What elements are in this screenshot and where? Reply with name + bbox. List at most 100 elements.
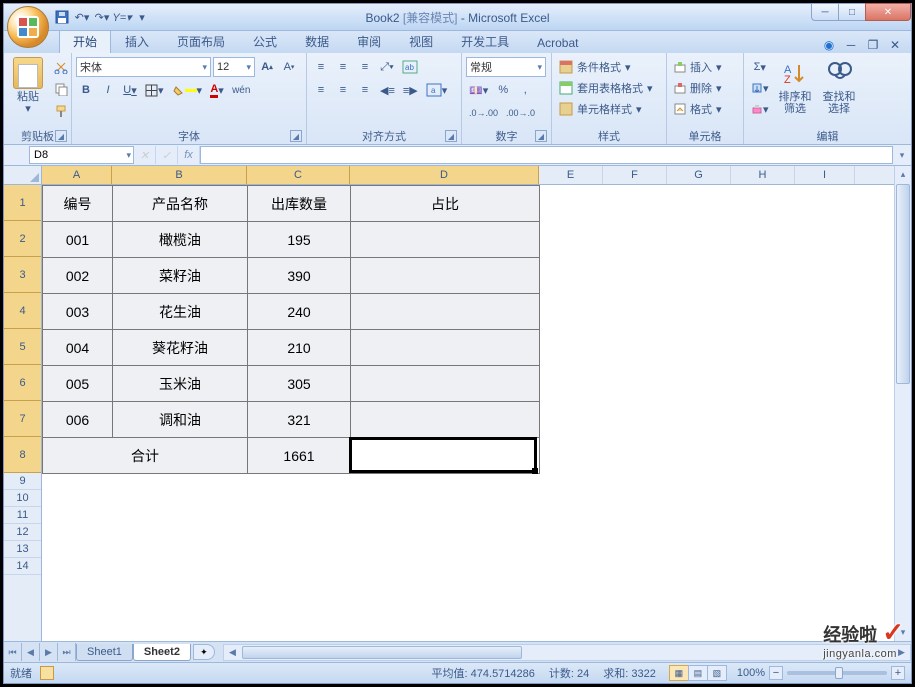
sort-filter-button[interactable]: AZ 排序和 筛选	[775, 55, 816, 117]
row-header-2[interactable]: 2	[4, 221, 41, 257]
delete-cells-button[interactable]: 删除▾	[671, 78, 741, 98]
cancel-formula-icon[interactable]: ✕	[134, 146, 156, 164]
data-cell[interactable]	[351, 222, 540, 258]
sheet-tab-2[interactable]: Sheet2	[133, 644, 191, 661]
tab-acrobat[interactable]: Acrobat	[523, 32, 592, 53]
font-color-button[interactable]: A▾	[207, 80, 227, 100]
tab-formulas[interactable]: 公式	[239, 29, 291, 53]
row-header-3[interactable]: 3	[4, 257, 41, 293]
data-cell[interactable]: 210	[248, 330, 351, 366]
row-header-14[interactable]: 14	[4, 558, 41, 575]
clipboard-dialog-icon[interactable]: ◢	[55, 130, 67, 142]
data-cell[interactable]	[351, 402, 540, 438]
scroll-thumb[interactable]	[896, 184, 910, 384]
column-header-C[interactable]: C	[247, 166, 350, 184]
qat-more-icon[interactable]: ▾	[134, 9, 150, 25]
page-break-view-button[interactable]: ▧	[707, 665, 727, 681]
minimize-button[interactable]: ─	[811, 3, 839, 21]
font-dialog-icon[interactable]: ◢	[290, 130, 302, 142]
scroll-up-icon[interactable]: ▴	[895, 166, 911, 183]
zoom-out-button[interactable]: −	[769, 666, 783, 680]
paste-button[interactable]: 粘贴▾	[8, 55, 48, 117]
data-cell[interactable]: 240	[248, 294, 351, 330]
tab-insert[interactable]: 插入	[111, 29, 163, 53]
decrease-indent-button[interactable]: ◀≡	[377, 80, 398, 100]
scroll-right-icon[interactable]: ▶	[893, 645, 910, 660]
row-header-12[interactable]: 12	[4, 524, 41, 541]
phonetic-button[interactable]: wén	[229, 80, 253, 100]
data-cell[interactable]: 葵花籽油	[113, 330, 248, 366]
tab-data[interactable]: 数据	[291, 29, 343, 53]
formula-input[interactable]	[200, 146, 893, 164]
column-header-D[interactable]: D	[350, 166, 539, 184]
autosum-button[interactable]: Σ▾	[748, 57, 772, 77]
align-middle-button[interactable]: ≡	[333, 57, 353, 77]
data-cell[interactable]: 菜籽油	[113, 258, 248, 294]
align-top-button[interactable]: ≡	[311, 57, 331, 77]
office-button[interactable]	[7, 6, 49, 48]
column-header-F[interactable]: F	[603, 166, 667, 184]
column-header-B[interactable]: B	[112, 166, 247, 184]
align-right-button[interactable]: ≡	[355, 80, 375, 100]
grow-font-button[interactable]: A▴	[257, 57, 277, 77]
y-command[interactable]: Y=▾	[114, 9, 130, 25]
font-name-combo[interactable]: 宋体	[76, 57, 211, 77]
find-select-button[interactable]: 查找和 选择	[819, 55, 860, 117]
data-cell[interactable]	[351, 330, 540, 366]
help-icon[interactable]: ◉	[821, 37, 837, 53]
clear-button[interactable]: ▾	[748, 99, 772, 119]
bold-button[interactable]: B	[76, 80, 96, 100]
hscroll-thumb[interactable]	[242, 646, 522, 659]
fill-button[interactable]: ▾	[748, 78, 772, 98]
undo-icon[interactable]: ↶▾	[74, 9, 90, 25]
column-header-I[interactable]: I	[795, 166, 855, 184]
underline-button[interactable]: U▾	[120, 80, 140, 100]
row-header-13[interactable]: 13	[4, 541, 41, 558]
italic-button[interactable]: I	[98, 80, 118, 100]
vertical-scrollbar[interactable]: ▴ ▾	[894, 166, 911, 641]
accounting-format-button[interactable]: 💷▾	[466, 80, 491, 100]
fx-button[interactable]: fx	[178, 146, 200, 164]
sheet-tab-1[interactable]: Sheet1	[76, 644, 133, 661]
row-header-6[interactable]: 6	[4, 365, 41, 401]
percent-format-button[interactable]: %	[493, 80, 513, 100]
sheet-nav-next-icon[interactable]: ▶	[40, 643, 58, 661]
normal-view-button[interactable]: ▦	[669, 665, 689, 681]
increase-indent-button[interactable]: ≡▶	[400, 80, 421, 100]
macro-record-icon[interactable]	[40, 666, 54, 680]
header-cell[interactable]: 占比	[351, 186, 540, 222]
horizontal-scrollbar[interactable]: ◀ ▶	[223, 644, 911, 661]
row-header-11[interactable]: 11	[4, 507, 41, 524]
header-cell[interactable]: 编号	[43, 186, 113, 222]
comma-format-button[interactable]: ,	[515, 80, 535, 100]
enter-formula-icon[interactable]: ✓	[156, 146, 178, 164]
total-label-cell[interactable]: 合计	[43, 438, 248, 474]
borders-button[interactable]: ▾	[142, 80, 167, 100]
data-cell[interactable]: 玉米油	[113, 366, 248, 402]
alignment-dialog-icon[interactable]: ◢	[445, 130, 457, 142]
row-header-7[interactable]: 7	[4, 401, 41, 437]
active-cell[interactable]	[351, 438, 540, 474]
sheet-nav-first-icon[interactable]: ⏮	[4, 643, 22, 661]
name-box[interactable]: D8	[29, 146, 134, 164]
expand-formula-bar-icon[interactable]: ▾	[893, 150, 911, 161]
row-header-4[interactable]: 4	[4, 293, 41, 329]
data-cell[interactable]: 321	[248, 402, 351, 438]
font-size-combo[interactable]: 12	[213, 57, 255, 77]
minimize-ribbon-icon[interactable]: ─	[843, 37, 859, 53]
page-layout-view-button[interactable]: ▤	[688, 665, 708, 681]
header-cell[interactable]: 出库数量	[248, 186, 351, 222]
new-sheet-button[interactable]: ✦	[193, 644, 215, 660]
cut-button[interactable]	[51, 57, 71, 77]
maximize-button[interactable]: □	[838, 3, 866, 21]
zoom-level[interactable]: 100%	[737, 667, 765, 679]
tab-developer[interactable]: 开发工具	[447, 29, 523, 53]
row-header-1[interactable]: 1	[4, 185, 41, 221]
align-left-button[interactable]: ≡	[311, 80, 331, 100]
scroll-down-icon[interactable]: ▾	[895, 624, 911, 641]
data-cell[interactable]: 花生油	[113, 294, 248, 330]
column-header-H[interactable]: H	[731, 166, 795, 184]
align-bottom-button[interactable]: ≡	[355, 57, 375, 77]
row-header-8[interactable]: 8	[4, 437, 41, 473]
data-cell[interactable]: 005	[43, 366, 113, 402]
